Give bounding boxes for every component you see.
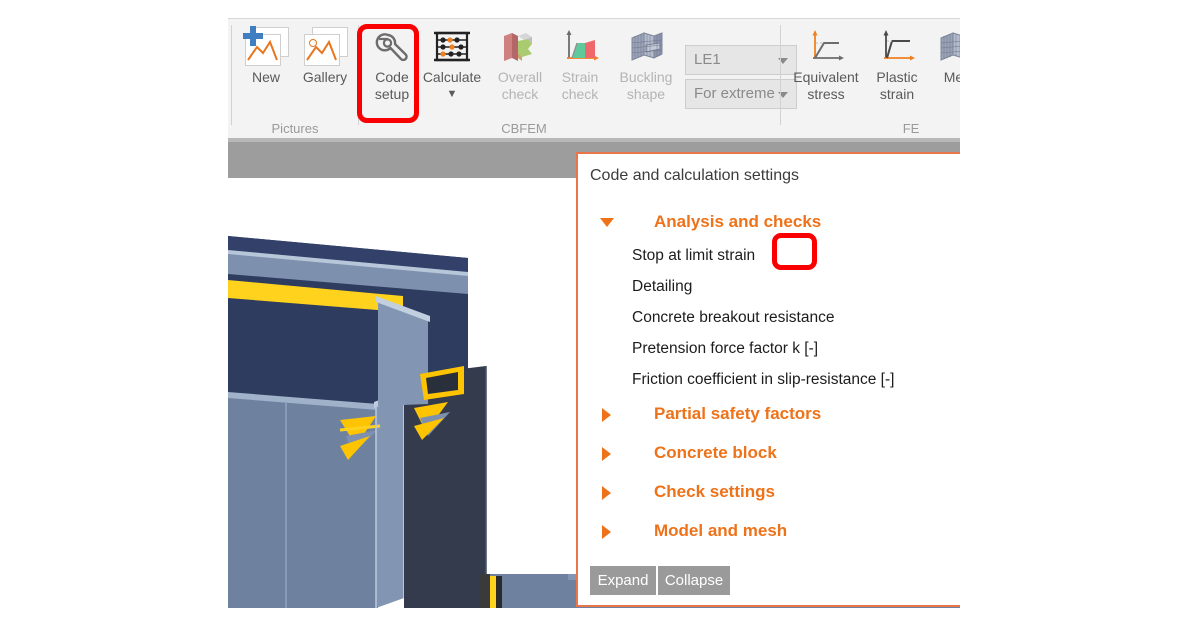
mesh-button[interactable]: Mes xyxy=(927,27,960,85)
plastic-strain-label-line2: strain xyxy=(879,86,915,102)
calculate-label: Calculate xyxy=(422,69,482,85)
ribbon-group-title-fe: FE xyxy=(902,121,920,136)
new-picture-button[interactable]: New xyxy=(238,26,294,85)
chevron-down-icon xyxy=(600,218,614,227)
setting-label-concrete-breakout-resistance: Concrete breakout resistance xyxy=(632,309,835,326)
overall-check-label-line2: check xyxy=(501,86,539,102)
chevron-right-icon xyxy=(602,447,611,461)
strain-chart-icon xyxy=(558,27,602,67)
degree-icon xyxy=(309,39,317,47)
expand-label: Expand xyxy=(597,572,649,589)
setting-label-pretension-force-factor: Pretension force factor k [-] xyxy=(632,340,819,357)
abacus-icon xyxy=(430,27,474,67)
gallery-label: Gallery xyxy=(302,69,348,85)
chevron-right-icon xyxy=(602,486,611,500)
ribbon-group-title-cbfem: CBFEM xyxy=(501,121,547,136)
wrench-icon xyxy=(370,27,414,67)
beam-check-icon xyxy=(498,27,542,67)
setting-label-friction-coefficient: Friction coefficient in slip-resistance … xyxy=(632,371,895,388)
plastic-strain-label-line1: Plastic xyxy=(876,69,918,85)
calculate-button[interactable]: Calculate ▼ xyxy=(413,27,491,102)
chevron-right-icon xyxy=(602,525,611,539)
new-picture-icon xyxy=(243,26,289,67)
section-label-check-settings: Check settings xyxy=(654,482,775,501)
new-picture-label: New xyxy=(251,69,280,85)
gallery-button[interactable]: Gallery xyxy=(294,27,356,85)
mesh-building-icon xyxy=(624,27,668,67)
collapse-button[interactable]: Collapse xyxy=(658,566,730,595)
ribbon-group-fe: Equivalent stress Plastic strain Me FE xyxy=(781,19,960,139)
strain-check-button[interactable]: Strain check xyxy=(551,27,609,102)
chevron-right-icon xyxy=(602,408,611,422)
strain-check-label-line2: check xyxy=(561,86,599,102)
strain-curve-icon xyxy=(876,27,918,67)
section-label-concrete-block: Concrete block xyxy=(654,443,777,462)
equivalent-stress-label-line1: Equivalent xyxy=(793,69,859,85)
screenshot-root: New Gallery Pictures Code setup Calculat… xyxy=(0,0,1200,630)
expand-button[interactable]: Expand xyxy=(590,566,656,595)
section-label-model-and-mesh: Model and mesh xyxy=(654,521,788,540)
ribbon-group-pictures: New Gallery Pictures xyxy=(232,19,358,139)
plus-icon xyxy=(243,26,263,46)
overall-check-label-line1: Overall xyxy=(497,69,543,85)
mesh-label: Mes xyxy=(943,69,960,85)
section-label-analysis-and-checks: Analysis and checks xyxy=(654,212,822,231)
strain-check-label-line1: Strain xyxy=(561,69,599,85)
collapse-label: Collapse xyxy=(664,572,724,589)
overall-check-button[interactable]: Overall check xyxy=(489,27,551,102)
stress-curve-icon xyxy=(805,27,847,67)
mesh-icon xyxy=(935,27,960,67)
ribbon-group-cbfem: Code setup Calculate ▼ Overall check Str… xyxy=(359,19,797,139)
application-window: New Gallery Pictures Code setup Calculat… xyxy=(228,0,960,610)
buckling-shape-label-line1: Buckling xyxy=(619,69,673,85)
plastic-strain-button[interactable]: Plastic strain xyxy=(867,27,927,102)
calculate-dropdown-arrow[interactable]: ▼ xyxy=(413,87,491,102)
dialog-title: Code and calculation settings xyxy=(590,167,800,184)
section-label-partial-safety-factors: Partial safety factors xyxy=(654,404,822,423)
ribbon-toolbar: New Gallery Pictures Code setup Calculat… xyxy=(228,18,960,139)
code-and-calculation-settings-dialog: Code and calculation settings Analysis a… xyxy=(576,152,960,607)
load-effect-value: LE1 xyxy=(694,51,721,68)
ribbon-group-title-pictures: Pictures xyxy=(271,121,319,136)
gallery-picture-icon xyxy=(302,27,348,67)
extreme-value: For extreme xyxy=(694,85,775,102)
buckling-shape-button[interactable]: Buckling shape xyxy=(609,27,683,102)
setting-label-stop-at-limit-strain: Stop at limit strain xyxy=(632,247,756,264)
setting-label-detailing: Detailing xyxy=(632,278,693,295)
buckling-shape-label-line2: shape xyxy=(626,86,666,102)
equivalent-stress-button[interactable]: Equivalent stress xyxy=(785,27,867,102)
equivalent-stress-label-line2: stress xyxy=(807,86,845,102)
